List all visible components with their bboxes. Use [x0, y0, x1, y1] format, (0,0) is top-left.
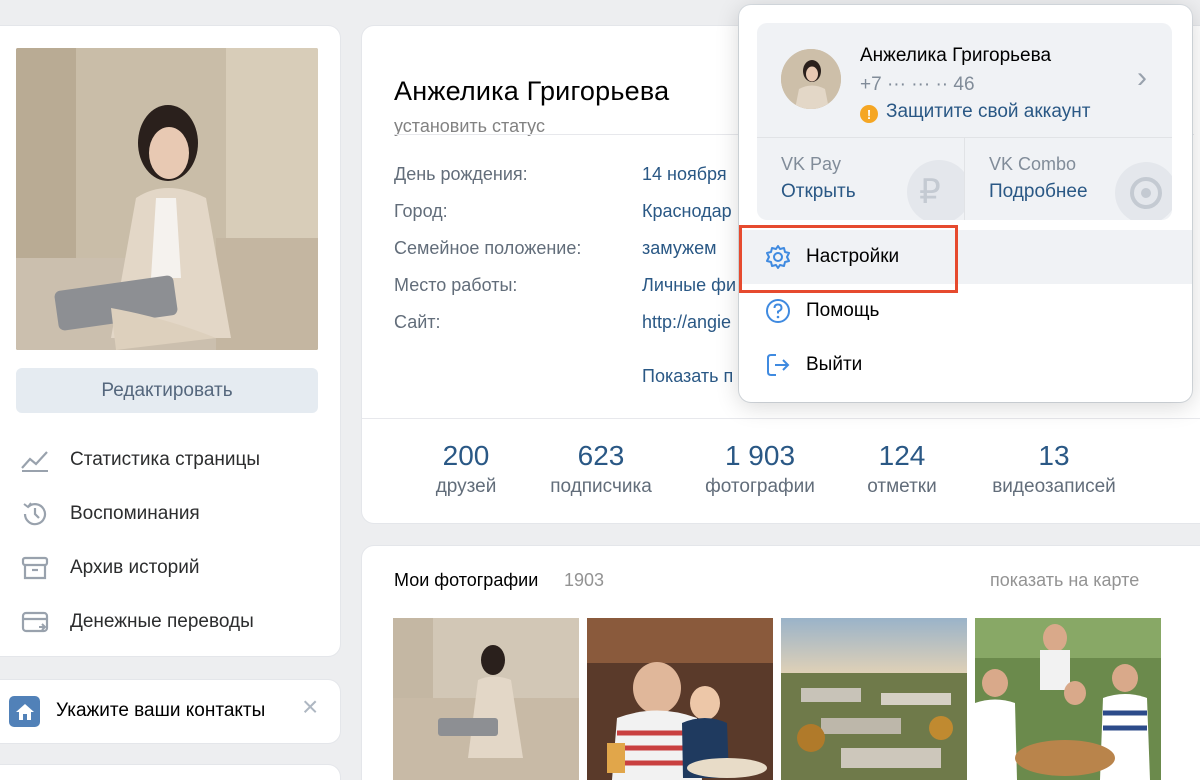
logout-icon [764, 351, 792, 379]
account-row[interactable]: Анжелика Григорьева +7 ··· ··· ·· 46 ! З… [757, 23, 1172, 137]
photo-thumbnail[interactable] [781, 618, 967, 780]
vk-pay-tile[interactable]: VK Pay Открыть ₽ [757, 138, 964, 220]
info-label: Место работы: [394, 275, 518, 295]
menu-item-help[interactable]: Помощь [739, 284, 1192, 338]
counter-tags[interactable]: 124 отметки [856, 440, 948, 498]
divider [362, 418, 1200, 419]
sidebar-item-label: Воспоминания [70, 503, 200, 524]
warning-icon: ! [860, 105, 878, 123]
profile-photo-image [16, 48, 318, 350]
account-dropdown: Анжелика Григорьева +7 ··· ··· ·· 46 ! З… [739, 5, 1192, 402]
photo-thumbnail-image [587, 618, 773, 780]
sidebar-item-label: Архив историй [70, 557, 200, 578]
left-bottom-card [0, 765, 340, 780]
vk-pay-open-link[interactable]: Открыть [781, 181, 856, 203]
info-row-relationship: Семейное положение: замужем [394, 238, 716, 264]
counter-value: 623 [577, 440, 625, 471]
settings-highlight-frame [739, 225, 958, 293]
home-icon [9, 696, 40, 727]
history-clock-icon [18, 497, 52, 531]
sidebar-item-statistics[interactable]: Статистика страницы [18, 440, 260, 480]
info-value[interactable]: 14 ноября [642, 164, 727, 190]
info-row-website: Сайт: http://angie [394, 312, 731, 338]
money-transfer-icon [18, 605, 52, 639]
photo-thumbnail[interactable] [587, 618, 773, 780]
info-row-city: Город: Краснодар [394, 201, 732, 227]
account-name: Анжелика Григорьева [860, 45, 1052, 66]
contacts-banner-text: Укажите ваши контакты [56, 700, 266, 721]
stats-chart-icon [18, 443, 52, 477]
vk-combo-icon [1115, 162, 1172, 220]
counter-label: фотографии [705, 476, 815, 497]
sidebar-item-label: Статистика страницы [70, 449, 261, 470]
contacts-banner[interactable]: Укажите ваши контакты × [0, 680, 340, 743]
archive-box-icon [18, 551, 52, 585]
chevron-right-icon: › [1137, 61, 1147, 94]
info-label: День рождения: [394, 164, 528, 184]
photo-thumbnail-image [975, 618, 1161, 780]
info-row-work: Место работы: Личные фи [394, 275, 736, 301]
info-row-birthday: День рождения: 14 ноября [394, 164, 727, 190]
sidebar-item-stories-archive[interactable]: Архив историй [18, 548, 199, 588]
info-label: Сайт: [394, 312, 441, 332]
counter-photos[interactable]: 1 903 фотографии [698, 440, 822, 498]
counter-friends[interactable]: 200 друзей [420, 440, 512, 498]
counter-label: отметки [867, 476, 937, 497]
counter-value: 1 903 [724, 440, 796, 471]
info-label: Семейное положение: [394, 238, 582, 258]
vk-pay-title: VK Pay [781, 154, 842, 174]
counter-value: 200 [442, 440, 490, 471]
sidebar-item-memories[interactable]: Воспоминания [18, 494, 200, 534]
counter-value: 124 [878, 440, 926, 471]
counter-followers[interactable]: 623 подписчика [540, 440, 662, 498]
info-value[interactable]: http://angie [642, 312, 731, 338]
help-question-icon [764, 297, 792, 325]
counter-value: 13 [1038, 440, 1070, 471]
info-value[interactable]: Краснодар [642, 201, 732, 227]
vk-combo-title: VK Combo [989, 154, 1077, 174]
info-value[interactable]: Личные фи [642, 275, 736, 301]
info-value[interactable]: замужем [642, 238, 716, 264]
show-more-link[interactable]: Показать п [642, 366, 733, 387]
sidebar-item-money-transfers[interactable]: Денежные переводы [18, 602, 254, 642]
edit-profile-button[interactable]: Редактировать [16, 368, 318, 413]
protect-account-link[interactable]: Защитите свой аккаунт [886, 101, 1090, 123]
close-icon[interactable]: × [302, 693, 318, 721]
show-on-map-link[interactable]: показать на карте [990, 570, 1139, 591]
photo-thumbnail-image [781, 618, 967, 780]
sidebar-item-label: Денежные переводы [70, 611, 254, 632]
vk-combo-tile[interactable]: VK Combo Подробнее [965, 138, 1172, 220]
menu-item-label: Выйти [806, 354, 863, 375]
counter-label: видеозаписей [992, 476, 1116, 497]
vk-combo-more-link[interactable]: Подробнее [989, 181, 1088, 203]
account-block: Анжелика Григорьева +7 ··· ··· ·· 46 ! З… [757, 23, 1172, 220]
photo-thumbnail[interactable] [975, 618, 1161, 780]
account-phone: +7 ··· ··· ·· 46 [860, 74, 975, 95]
photos-title[interactable]: Мои фотографии [394, 570, 538, 591]
menu-item-label: Помощь [806, 300, 880, 321]
counter-label: друзей [435, 476, 497, 497]
avatar [781, 49, 841, 109]
profile-name: Анжелика Григорьева [394, 76, 670, 106]
photo-thumbnail-image [393, 618, 579, 780]
counter-label: подписчика [550, 476, 652, 497]
photo-thumbnail[interactable] [393, 618, 579, 780]
photos-count: 1903 [564, 570, 605, 590]
info-label: Город: [394, 201, 448, 221]
counter-videos[interactable]: 13 видеозаписей [982, 440, 1126, 498]
profile-photo[interactable] [16, 48, 318, 350]
menu-item-logout[interactable]: Выйти [739, 338, 1192, 392]
ruble-icon: ₽ [907, 160, 964, 220]
